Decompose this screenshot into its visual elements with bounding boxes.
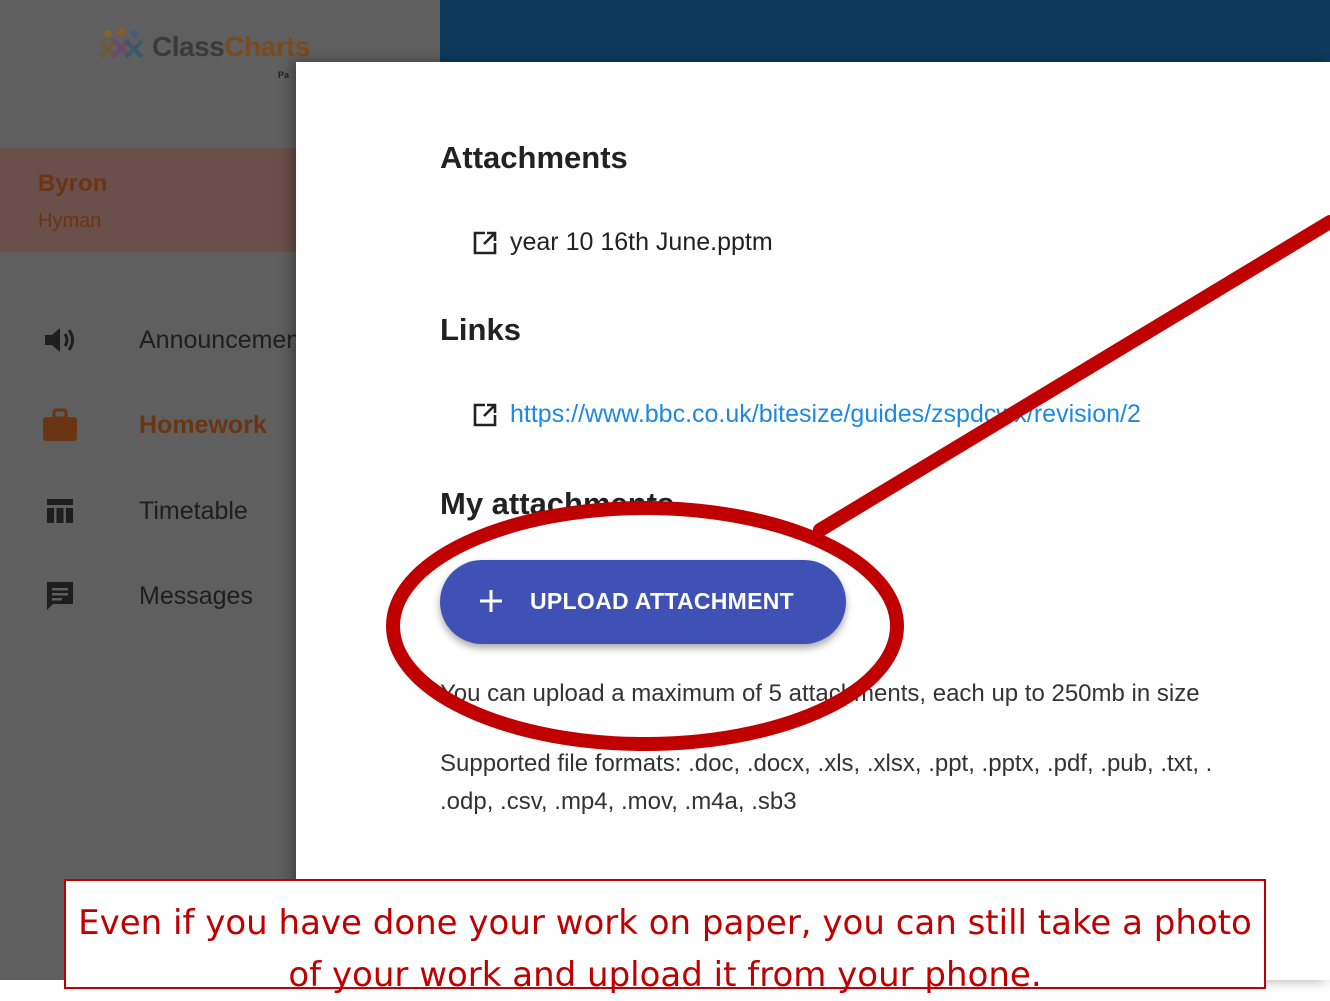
- student-first-name: Byron: [38, 170, 108, 197]
- upload-button-label: UPLOAD ATTACHMENT: [530, 588, 795, 614]
- classcharts-logo[interactable]: ClassCharts: [98, 22, 310, 72]
- attachment-filename: year 10 16th June.pptm: [510, 228, 773, 256]
- attachment-item[interactable]: year 10 16th June.pptm: [472, 228, 773, 257]
- logo-subtitle: Pa: [278, 70, 290, 80]
- top-app-bar: [440, 0, 1330, 64]
- speaker-icon: [40, 320, 80, 360]
- external-link-icon: [473, 231, 497, 254]
- my-attachments-heading: My attachments: [440, 486, 675, 521]
- logo-text: ClassCharts: [152, 31, 310, 62]
- sidebar-item-label: Timetable: [139, 496, 248, 525]
- timetable-icon: [40, 491, 80, 531]
- message-icon: [40, 576, 80, 616]
- link-url[interactable]: https://www.bbc.co.uk/bitesize/guides/zs…: [510, 400, 1141, 429]
- attachments-heading: Attachments: [440, 140, 628, 175]
- upload-attachment-button[interactable]: UPLOAD ATTACHMENT: [440, 560, 846, 644]
- homework-details-modal: Attachments year 10 16th June.pptm Links…: [296, 62, 1330, 980]
- briefcase-icon: [40, 405, 80, 445]
- sidebar-item-label: Messages: [139, 581, 253, 610]
- link-item[interactable]: https://www.bbc.co.uk/bitesize/guides/zs…: [472, 400, 1141, 429]
- annotation-caption-box: Even if you have done your work on paper…: [64, 879, 1266, 995]
- annotation-caption-text: Even if you have done your work on paper…: [78, 903, 1252, 995]
- supported-formats-line-2: .odp, .csv, .mp4, .mov, .m4a, .sb3: [440, 788, 797, 815]
- links-heading: Links: [440, 312, 521, 347]
- supported-formats-line-1: Supported file formats: .doc, .docx, .xl…: [440, 750, 1213, 777]
- upload-limit-text: You can upload a maximum of 5 attachment…: [440, 680, 1200, 707]
- external-link-icon: [473, 403, 497, 426]
- plus-icon: [480, 590, 502, 612]
- student-last-name: Hyman: [38, 210, 102, 232]
- sidebar-item-label: Homework: [139, 410, 267, 439]
- people-logo-icon: [98, 28, 144, 59]
- sidebar-item-label: Announcements: [139, 325, 320, 354]
